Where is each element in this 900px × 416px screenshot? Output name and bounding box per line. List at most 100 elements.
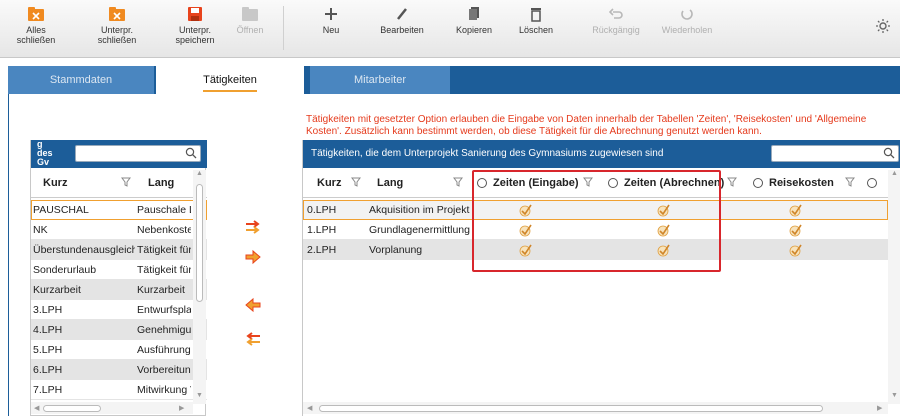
lang-cell: Akquisition im Projekt [369, 204, 470, 216]
select-all-next-column-radio[interactable] [867, 178, 877, 188]
redo-label: Wiederholen [661, 25, 713, 35]
edit-label: Bearbeiten [380, 25, 424, 35]
copy-icon [469, 7, 479, 20]
tab-stammdaten-label: Stammdaten [49, 74, 113, 86]
kurz-cell: Überstundenausgleich [33, 244, 135, 256]
add-all-button[interactable] [244, 218, 262, 236]
redo-icon [681, 9, 693, 20]
kurz-cell: 1.LPH [307, 224, 337, 236]
highlight-annotation-box [472, 170, 721, 272]
scroll-down-icon[interactable]: ▼ [891, 392, 898, 399]
list-item[interactable]: 4.LPH Genehmigu [31, 320, 207, 340]
close-subproject-label: Unterpr. schließen [97, 25, 137, 45]
filter-icon[interactable] [121, 177, 131, 187]
edit-button[interactable]: Bearbeiten [374, 4, 430, 54]
remove-all-button[interactable] [244, 330, 262, 348]
new-button[interactable]: Neu [314, 4, 348, 54]
redo-button[interactable]: Wiederholen [658, 4, 716, 54]
filter-icon[interactable] [727, 177, 737, 187]
undo-button[interactable]: Rückgängig [590, 4, 642, 54]
delete-button[interactable]: Löschen [514, 4, 558, 54]
right-horizontal-scroll-thumb[interactable] [319, 405, 823, 412]
lang-cell: Tätigkeit für [137, 264, 191, 276]
right-col-reisekosten[interactable]: Reisekosten [769, 168, 834, 198]
list-item[interactable]: 7.LPH Mitwirkung V [31, 380, 207, 400]
select-all-reisekosten-radio[interactable] [753, 178, 763, 188]
settings-button[interactable] [872, 18, 894, 68]
sun-settings-icon [876, 19, 890, 33]
scroll-down-icon[interactable]: ▼ [196, 392, 203, 399]
left-vertical-scroll-thumb[interactable] [196, 184, 203, 302]
lang-cell: Entwurfspla [137, 304, 191, 316]
search-icon [185, 147, 197, 159]
save-subproject-button[interactable]: Unterpr. speichern [168, 4, 222, 54]
arrow-left-icon [245, 297, 261, 313]
list-item[interactable]: Sonderurlaub Tätigkeit für [31, 260, 207, 280]
left-vertical-scrollbar[interactable]: ▲ ▼ [193, 170, 206, 404]
filter-icon[interactable] [845, 177, 855, 187]
left-search-input[interactable] [75, 145, 201, 162]
lang-cell: Mitwirkung V [137, 384, 191, 396]
right-vertical-scrollbar[interactable]: ▲ ▼ [888, 170, 900, 404]
left-col-lang[interactable]: Lang [148, 168, 174, 198]
scroll-left-icon[interactable]: ◀ [307, 404, 312, 412]
close-all-label: Alles schließen [16, 25, 56, 45]
undo-icon [609, 8, 623, 19]
checkmark-icon[interactable] [789, 243, 803, 257]
right-col-lang[interactable]: Lang [377, 168, 403, 198]
toolbar-separator [283, 6, 284, 50]
arrow-right-icon [245, 249, 261, 265]
left-grid-header: Kurz Lang [31, 168, 207, 198]
left-panel-tag: g des Gv [37, 139, 53, 167]
open-button[interactable]: Öffnen [228, 4, 272, 54]
left-horizontal-scrollbar[interactable]: ◀ ▶ [31, 402, 193, 414]
kurz-cell: 2.LPH [307, 244, 337, 256]
list-item[interactable]: 5.LPH Ausführungs [31, 340, 207, 360]
scroll-up-icon[interactable]: ▲ [891, 170, 898, 177]
close-subproject-button[interactable]: Unterpr. schließen [92, 4, 142, 54]
list-item[interactable]: Überstundenausgleich Tätigkeit für [31, 240, 207, 260]
list-item[interactable]: Kurzarbeit Kurzarbeit [31, 280, 207, 300]
list-item[interactable]: NK Nebenkoste [31, 220, 207, 240]
right-horizontal-scrollbar[interactable]: ◀ ▶ [303, 402, 888, 414]
left-col-kurz[interactable]: Kurz [43, 168, 67, 198]
list-item[interactable]: PAUSCHAL Pauschale L [31, 200, 207, 220]
left-horizontal-scroll-thumb[interactable] [43, 405, 101, 412]
kurz-cell: Sonderurlaub [33, 264, 97, 276]
active-tab-underline [203, 90, 257, 92]
save-subproject-label: Unterpr. speichern [175, 25, 215, 45]
left-panel-header: g des Gv [31, 140, 207, 168]
filter-icon[interactable] [453, 177, 463, 187]
lang-cell: Genehmigu [137, 324, 191, 336]
kurz-cell: PAUSCHAL [33, 204, 89, 216]
checkmark-icon[interactable] [789, 223, 803, 237]
tab-taetigkeiten[interactable]: Tätigkeiten [156, 66, 304, 94]
scroll-up-icon[interactable]: ▲ [196, 170, 203, 177]
search-icon [883, 147, 895, 159]
list-item[interactable]: 3.LPH Entwurfspla [31, 300, 207, 320]
available-activities-panel: g des Gv Kurz Lang PAUSCHAL Pauschale L N… [30, 140, 207, 416]
tab-mitarbeiter[interactable]: Mitarbeiter [310, 66, 450, 94]
new-label: Neu [322, 25, 340, 35]
kurz-cell: 4.LPH [33, 324, 63, 336]
lang-cell: Vorbereitun [137, 364, 191, 376]
scroll-right-icon[interactable]: ▶ [877, 404, 882, 412]
info-text: Tätigkeiten mit gesetzter Option erlaube… [306, 114, 867, 137]
delete-label: Löschen [518, 25, 554, 35]
remove-selected-button[interactable] [244, 296, 262, 314]
close-all-button[interactable]: Alles schließen [8, 4, 64, 54]
checkmark-icon[interactable] [789, 203, 803, 217]
right-col-kurz[interactable]: Kurz [317, 168, 341, 198]
scroll-right-icon[interactable]: ▶ [179, 404, 184, 412]
double-arrow-right-icon [246, 220, 260, 234]
main-toolbar: Alles schließen Unterpr. schließen Unter… [0, 0, 900, 58]
copy-button[interactable]: Kopieren [450, 4, 498, 54]
right-search-input[interactable] [771, 145, 899, 162]
tab-mitarbeiter-label: Mitarbeiter [354, 74, 406, 86]
filter-icon[interactable] [351, 177, 361, 187]
list-item[interactable]: 6.LPH Vorbereitun [31, 360, 207, 380]
scroll-left-icon[interactable]: ◀ [34, 404, 39, 412]
add-selected-button[interactable] [244, 248, 262, 266]
tab-taetigkeiten-label: Tätigkeiten [203, 74, 257, 86]
tab-stammdaten[interactable]: Stammdaten [8, 66, 154, 94]
